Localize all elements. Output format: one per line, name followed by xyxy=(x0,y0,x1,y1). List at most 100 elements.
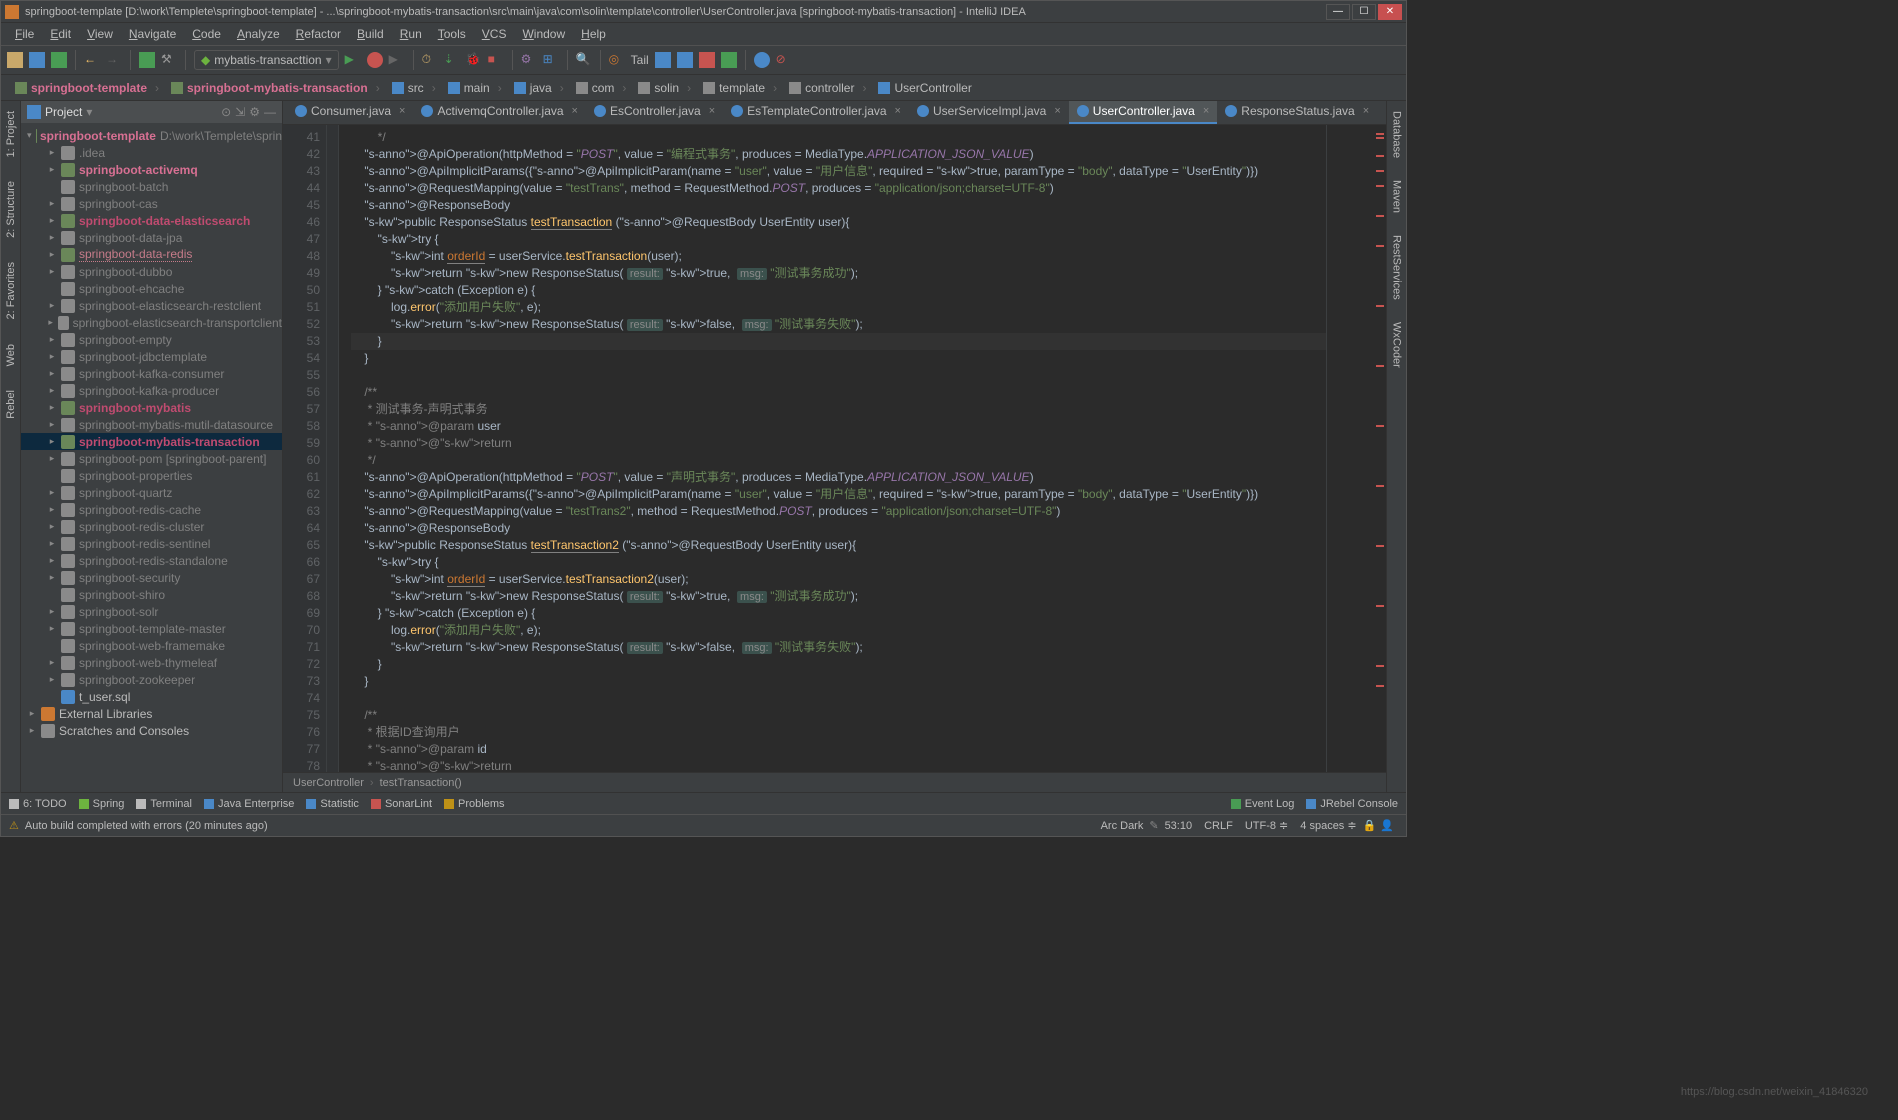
left-tool-2: Favorites[interactable]: 2: Favorites xyxy=(3,256,19,325)
close-tab-icon[interactable]: × xyxy=(399,105,405,117)
tab-ResponseStatus.java[interactable]: ResponseStatus.java× xyxy=(1217,101,1377,124)
left-tool-Rebel[interactable]: Rebel xyxy=(3,384,19,425)
locate-icon[interactable]: ⊙ xyxy=(221,105,231,119)
right-tool-Database[interactable]: Database xyxy=(1389,105,1405,164)
forward-icon[interactable]: → xyxy=(106,52,122,68)
close-tab-icon[interactable]: × xyxy=(709,105,715,117)
bottom-tool-Spring[interactable]: Spring xyxy=(79,798,125,810)
bottom-tool-Statistic[interactable]: Statistic xyxy=(306,798,359,810)
tab-EsController.java[interactable]: EsController.java× xyxy=(586,101,723,124)
hammer-icon[interactable]: ⚒ xyxy=(161,52,177,68)
tab-UserServiceImpl.java[interactable]: UserServiceImpl.java× xyxy=(909,101,1069,124)
tree-item-springboot-data-jpa[interactable]: ▸springboot-data-jpa xyxy=(21,229,282,246)
bottom-tool-SonarLint[interactable]: SonarLint xyxy=(371,798,432,810)
breadcrumb-src[interactable]: src xyxy=(386,81,442,95)
save-icon[interactable] xyxy=(29,52,45,68)
run-button-icon[interactable]: ▶ xyxy=(345,52,361,68)
search-icon[interactable]: 🔍 xyxy=(576,52,592,68)
bug-icon[interactable]: 🐞 xyxy=(466,52,482,68)
fold-column[interactable] xyxy=(327,125,339,772)
breadcrumb-UserController[interactable]: UserController xyxy=(872,81,977,95)
tree-item-springboot-web-framemake[interactable]: springboot-web-framemake xyxy=(21,637,282,654)
tree-item-springboot-dubbo[interactable]: ▸springboot-dubbo xyxy=(21,263,282,280)
menu-file[interactable]: File xyxy=(9,25,40,43)
status-caret-position[interactable]: 53:10 xyxy=(1159,820,1199,832)
jrebel-icon[interactable] xyxy=(754,52,770,68)
left-tool-Web[interactable]: Web xyxy=(3,338,19,372)
collapse-icon[interactable]: ⇲ xyxy=(235,105,245,119)
tree-item-springboot-ehcache[interactable]: springboot-ehcache xyxy=(21,280,282,297)
tree-item-springboot-jdbctemplate[interactable]: ▸springboot-jdbctemplate xyxy=(21,348,282,365)
menu-tools[interactable]: Tools xyxy=(432,25,472,43)
breadcrumb-com[interactable]: com xyxy=(570,81,633,95)
structure-icon[interactable]: ⊞ xyxy=(543,52,559,68)
project-tree[interactable]: ▾springboot-template D:\work\Templete\sp… xyxy=(21,123,282,792)
build-icon[interactable] xyxy=(139,52,155,68)
menu-run[interactable]: Run xyxy=(394,25,428,43)
right-tool-Maven[interactable]: Maven xyxy=(1389,174,1405,219)
menu-analyze[interactable]: Analyze xyxy=(231,25,286,43)
bottom-tool-JRebel Console[interactable]: JRebel Console xyxy=(1306,798,1398,810)
tree-item-springboot-mybatis-transaction[interactable]: ▸springboot-mybatis-transaction xyxy=(21,433,282,450)
debug-button-icon[interactable] xyxy=(367,52,383,68)
tab-ActivemqController.java[interactable]: ActivemqController.java× xyxy=(413,101,586,124)
window-close-button[interactable]: ✕ xyxy=(1378,4,1402,20)
tree-item-springboot-kafka-producer[interactable]: ▸springboot-kafka-producer xyxy=(21,382,282,399)
profiler-icon[interactable]: ⏱ xyxy=(422,52,438,68)
bottom-tool-Event Log[interactable]: Event Log xyxy=(1231,798,1295,810)
tree-item-springboot-quartz[interactable]: ▸springboot-quartz xyxy=(21,484,282,501)
bottom-tool-Java Enterprise[interactable]: Java Enterprise xyxy=(204,798,294,810)
status-line-ending[interactable]: CRLF xyxy=(1198,820,1239,832)
crumb-method[interactable]: testTransaction() xyxy=(380,777,462,789)
right-tool-WxCoder[interactable]: WxCoder xyxy=(1389,316,1405,374)
tree-item-springboot-elasticsearch-restclient[interactable]: ▸springboot-elasticsearch-restclient xyxy=(21,297,282,314)
menu-build[interactable]: Build xyxy=(351,25,390,43)
close-tab-icon[interactable]: × xyxy=(1203,105,1209,117)
status-encoding[interactable]: UTF-8 ≑ xyxy=(1239,819,1294,832)
bottom-tool-Problems[interactable]: Problems xyxy=(444,798,504,810)
breadcrumb-template[interactable]: template xyxy=(697,81,783,95)
hide-icon[interactable]: — xyxy=(264,105,276,119)
tree-item-springboot-mybatis[interactable]: ▸springboot-mybatis xyxy=(21,399,282,416)
close-tab-icon[interactable]: × xyxy=(572,105,578,117)
tool3-icon[interactable] xyxy=(699,52,715,68)
tree-external-libs[interactable]: ▸External Libraries xyxy=(21,705,282,722)
open-icon[interactable] xyxy=(7,52,23,68)
left-tool-2: Structure[interactable]: 2: Structure xyxy=(3,175,19,244)
status-indent[interactable]: 4 spaces ≑ xyxy=(1294,819,1362,832)
tree-item-springboot-redis-cluster[interactable]: ▸springboot-redis-cluster xyxy=(21,518,282,535)
inspections-icon[interactable]: 👤 xyxy=(1376,819,1398,832)
tab-EsTemplateController.java[interactable]: EsTemplateController.java× xyxy=(723,101,909,124)
left-tool-1: Project[interactable]: 1: Project xyxy=(3,105,19,163)
run-config-selector[interactable]: ◆ mybatis-transacttion ▾ xyxy=(194,50,339,70)
breadcrumb-controller[interactable]: controller xyxy=(783,81,872,95)
breadcrumb-springboot-mybatis-transaction[interactable]: springboot-mybatis-transaction xyxy=(165,81,386,95)
tree-item-springboot-batch[interactable]: springboot-batch xyxy=(21,178,282,195)
tree-item-springboot-template-master[interactable]: ▸springboot-template-master xyxy=(21,620,282,637)
tree-item-springboot-empty[interactable]: ▸springboot-empty xyxy=(21,331,282,348)
status-warning-icon[interactable]: ⚠ xyxy=(9,819,19,832)
block-icon[interactable]: ⊘ xyxy=(776,52,792,68)
back-icon[interactable]: ← xyxy=(84,52,100,68)
run-coverage-icon[interactable]: ▶ xyxy=(389,52,405,68)
close-tab-icon[interactable]: × xyxy=(895,105,901,117)
tree-item-springboot-web-thymeleaf[interactable]: ▸springboot-web-thymeleaf xyxy=(21,654,282,671)
menu-view[interactable]: View xyxy=(81,25,119,43)
menu-refactor[interactable]: Refactor xyxy=(290,25,347,43)
bottom-tool-6: TODO[interactable]: 6: TODO xyxy=(9,798,67,810)
tree-item-springboot-redis-sentinel[interactable]: ▸springboot-redis-sentinel xyxy=(21,535,282,552)
status-theme[interactable]: Arc Dark xyxy=(1095,820,1150,832)
tree-item-springboot-elasticsearch-transportclient[interactable]: ▸springboot-elasticsearch-transportclien… xyxy=(21,314,282,331)
tree-item-springboot-data-elasticsearch[interactable]: ▸springboot-data-elasticsearch xyxy=(21,212,282,229)
tree-item-springboot-kafka-consumer[interactable]: ▸springboot-kafka-consumer xyxy=(21,365,282,382)
tree-item-springboot-properties[interactable]: springboot-properties xyxy=(21,467,282,484)
tree-item-springboot-shiro[interactable]: springboot-shiro xyxy=(21,586,282,603)
breadcrumb-springboot-template[interactable]: springboot-template xyxy=(9,81,165,95)
tree-item-springboot-mybatis-mutil-datasource[interactable]: ▸springboot-mybatis-mutil-datasource xyxy=(21,416,282,433)
crumb-class[interactable]: UserController xyxy=(293,777,364,789)
menu-navigate[interactable]: Navigate xyxy=(123,25,182,43)
menu-code[interactable]: Code xyxy=(186,25,227,43)
breadcrumb-solin[interactable]: solin xyxy=(632,81,697,95)
tree-scratches[interactable]: ▸Scratches and Consoles xyxy=(21,722,282,739)
tree-item-springboot-pom [springboot-parent][interactable]: ▸springboot-pom [springboot-parent] xyxy=(21,450,282,467)
